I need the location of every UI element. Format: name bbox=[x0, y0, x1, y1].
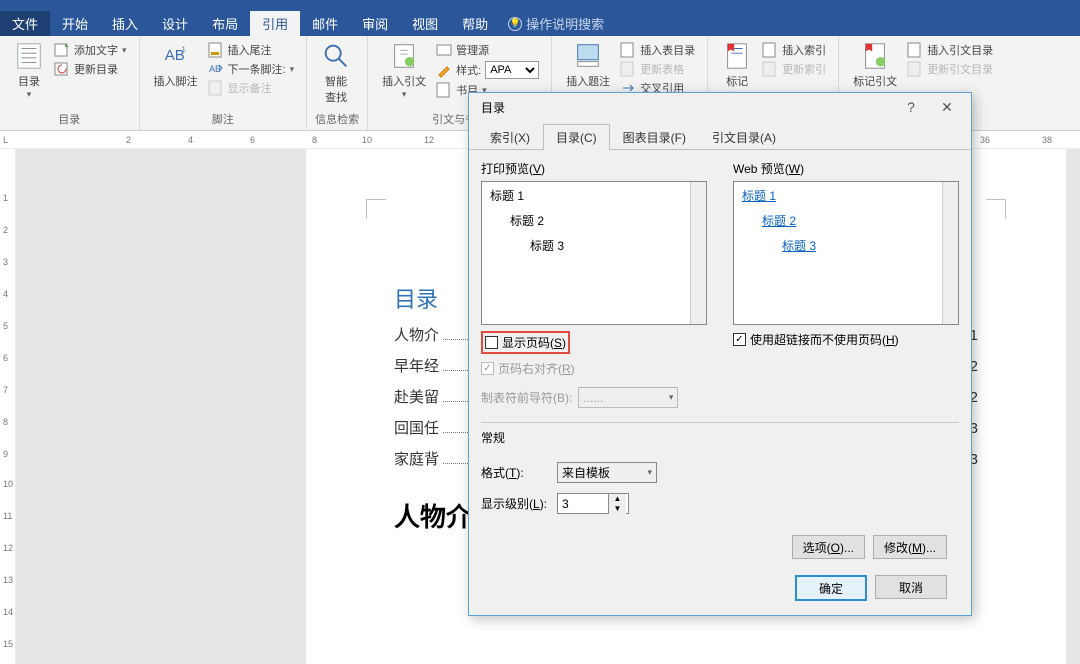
web-preview-label: Web 预览(W) bbox=[733, 160, 959, 177]
format-label: 格式(T): bbox=[481, 464, 551, 481]
add-text[interactable]: 添加文字 ▾ bbox=[54, 41, 127, 59]
menu-references[interactable]: 引用 bbox=[250, 11, 300, 36]
fig-toc-icon bbox=[620, 42, 636, 58]
right-align-checkbox: ✓页码右对齐(R) bbox=[481, 360, 707, 377]
cancel-button[interactable]: 取消 bbox=[875, 575, 947, 599]
menu-help[interactable]: 帮助 bbox=[450, 11, 500, 36]
style-select[interactable]: APA bbox=[485, 61, 539, 79]
print-preview-label: 打印预览(V) bbox=[481, 160, 707, 177]
insert-footnote[interactable]: AB1 插入脚注 bbox=[148, 38, 204, 109]
mark-citation-icon bbox=[860, 41, 890, 71]
dialog-title: 目录 bbox=[481, 99, 893, 116]
tab-toc[interactable]: 目录(C) bbox=[543, 124, 610, 150]
update-index: 更新索引 bbox=[762, 60, 826, 78]
group-research: 信息检索 bbox=[315, 109, 359, 130]
menubar: 文件 开始 插入 设计 布局 引用 邮件 审阅 视图 帮助 💡 操作说明搜索 bbox=[0, 11, 1080, 36]
insert-endnote[interactable]: 插入尾注 bbox=[208, 41, 295, 59]
next-footnote[interactable]: AB下一条脚注:▾ bbox=[208, 60, 295, 78]
bibliography-icon bbox=[436, 82, 452, 98]
insert-index[interactable]: 插入索引 bbox=[762, 41, 826, 59]
ok-button[interactable]: 确定 bbox=[795, 575, 867, 601]
mark-entry-icon bbox=[722, 41, 752, 71]
menu-review[interactable]: 审阅 bbox=[350, 11, 400, 36]
update-auth: 更新引文目录 bbox=[907, 60, 993, 78]
show-notes-icon bbox=[208, 80, 224, 96]
lightbulb-icon: 💡 bbox=[508, 17, 522, 31]
refresh-icon bbox=[54, 61, 70, 77]
toc-dialog: 目录 ? ✕ 索引(X) 目录(C) 图表目录(F) 引文目录(A) 打印预览(… bbox=[468, 92, 972, 616]
tab-leader-combo[interactable]: ......▾ bbox=[578, 387, 678, 408]
menu-home[interactable]: 开始 bbox=[50, 11, 100, 36]
tab-leader-label: 制表符前导符(B): bbox=[481, 389, 572, 406]
update-toc[interactable]: 更新目录 bbox=[54, 60, 127, 78]
web-preview-box: 标题 1 标题 2 标题 3 bbox=[733, 181, 959, 325]
tab-authorities[interactable]: 引文目录(A) bbox=[699, 124, 789, 150]
style-icon bbox=[436, 62, 452, 78]
modify-button[interactable]: 修改(M)... bbox=[873, 535, 947, 559]
tab-figures[interactable]: 图表目录(F) bbox=[610, 124, 699, 150]
menu-design[interactable]: 设计 bbox=[150, 11, 200, 36]
update-table: 更新表格 bbox=[620, 60, 695, 78]
menu-insert[interactable]: 插入 bbox=[100, 11, 150, 36]
toc-button[interactable]: 目录▾ bbox=[8, 38, 50, 109]
levels-spinner[interactable]: ▲▼ bbox=[557, 493, 629, 514]
show-notes: 显示备注 bbox=[208, 79, 295, 97]
show-page-numbers-checkbox[interactable]: 显示页码(S) bbox=[481, 331, 570, 354]
toc-icon bbox=[14, 41, 44, 71]
insert-citation[interactable]: 插入引文▾ bbox=[376, 38, 432, 109]
tab-index[interactable]: 索引(X) bbox=[477, 124, 543, 150]
next-footnote-icon: AB bbox=[208, 61, 224, 77]
insert-fig-toc[interactable]: 插入表目录 bbox=[620, 41, 695, 59]
endnote-icon bbox=[208, 42, 224, 58]
svg-text:1: 1 bbox=[181, 44, 185, 53]
smart-lookup[interactable]: 智能 查找 bbox=[315, 38, 357, 109]
citation-icon bbox=[389, 41, 419, 71]
dialog-help[interactable]: ? bbox=[893, 99, 929, 115]
tell-me[interactable]: 💡 操作说明搜索 bbox=[500, 14, 604, 33]
format-combo[interactable]: 来自模板▾ bbox=[557, 462, 657, 483]
footnote-icon: AB1 bbox=[161, 41, 191, 71]
add-text-icon bbox=[54, 42, 70, 58]
ruler-vertical: 1234 5678 9101112 131415 bbox=[0, 149, 16, 664]
menu-view[interactable]: 视图 bbox=[400, 11, 450, 36]
use-hyperlinks-checkbox[interactable]: ✓使用超链接而不使用页码(H) bbox=[733, 331, 959, 348]
menu-file[interactable]: 文件 bbox=[0, 11, 50, 36]
general-section: 常规 bbox=[481, 429, 959, 446]
refresh-icon bbox=[620, 61, 636, 77]
options-button[interactable]: 选项(O)... bbox=[792, 535, 865, 559]
index-icon bbox=[762, 42, 778, 58]
manage-sources[interactable]: 管理源 bbox=[436, 41, 539, 59]
dialog-close[interactable]: ✕ bbox=[929, 99, 965, 116]
citation-style[interactable]: 样式: APA bbox=[436, 60, 539, 80]
menu-layout[interactable]: 布局 bbox=[200, 11, 250, 36]
caption-icon bbox=[573, 41, 603, 71]
levels-label: 显示级别(L): bbox=[481, 495, 551, 512]
group-toc: 目录 bbox=[8, 109, 131, 130]
print-preview-box: 标题 1 标题 2 标题 3 bbox=[481, 181, 707, 325]
insert-auth-toc[interactable]: 插入引文目录 bbox=[907, 41, 993, 59]
manage-sources-icon bbox=[436, 42, 452, 58]
search-icon bbox=[321, 41, 351, 71]
group-footnote: 脚注 bbox=[148, 109, 299, 130]
menu-mail[interactable]: 邮件 bbox=[300, 11, 350, 36]
